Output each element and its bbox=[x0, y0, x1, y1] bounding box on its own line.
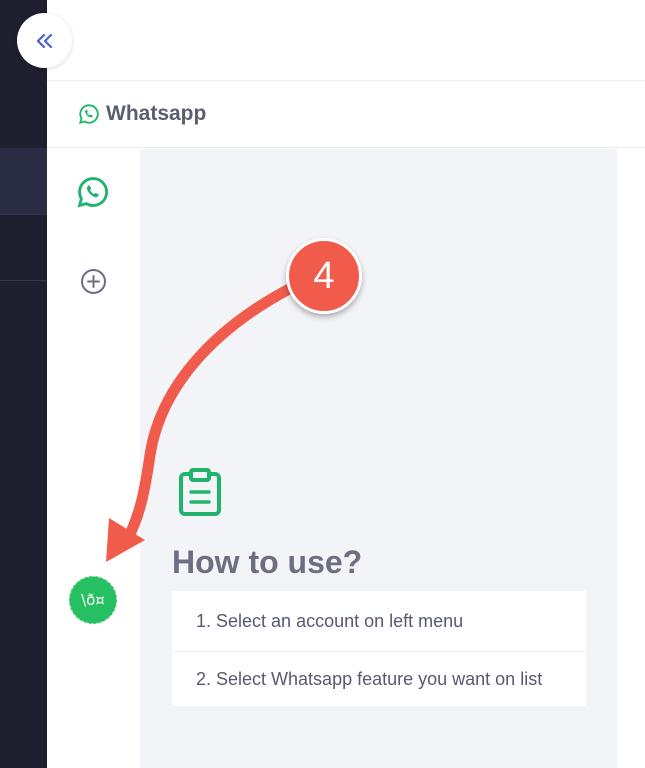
account-sidebar bbox=[47, 149, 140, 768]
list-item: 2. Select Whatsapp feature you want on l… bbox=[196, 669, 543, 689]
list-item: 1. Select an account on left menu bbox=[172, 591, 586, 652]
avatar-text: \ð¤ bbox=[81, 591, 105, 609]
app-sidebar bbox=[0, 0, 47, 768]
add-account-button[interactable] bbox=[78, 266, 108, 296]
account-whatsapp-item[interactable] bbox=[75, 174, 111, 210]
page-title: Whatsapp bbox=[106, 102, 207, 125]
step-number-text: 4 bbox=[313, 254, 335, 297]
app-sidebar-divider bbox=[0, 214, 47, 215]
app-sidebar-selected-item[interactable] bbox=[0, 148, 47, 214]
top-bar bbox=[47, 0, 645, 81]
plus-circle-icon bbox=[80, 268, 106, 294]
double-chevron-left-icon bbox=[36, 33, 52, 48]
right-panel bbox=[617, 149, 645, 768]
page-header: Whatsapp bbox=[47, 81, 645, 148]
clipboard-icon bbox=[179, 468, 221, 516]
step-number-badge: 4 bbox=[286, 238, 362, 314]
how-to-use-heading: How to use? bbox=[172, 544, 363, 580]
whatsapp-icon bbox=[78, 104, 99, 125]
whatsapp-icon bbox=[77, 177, 108, 208]
account-avatar[interactable]: \ð¤ bbox=[69, 576, 117, 624]
app-sidebar-divider bbox=[0, 280, 47, 281]
how-to-steps-list: 1. Select an account on left menu 2. Sel… bbox=[172, 591, 586, 706]
collapse-sidebar-button[interactable] bbox=[17, 13, 72, 68]
